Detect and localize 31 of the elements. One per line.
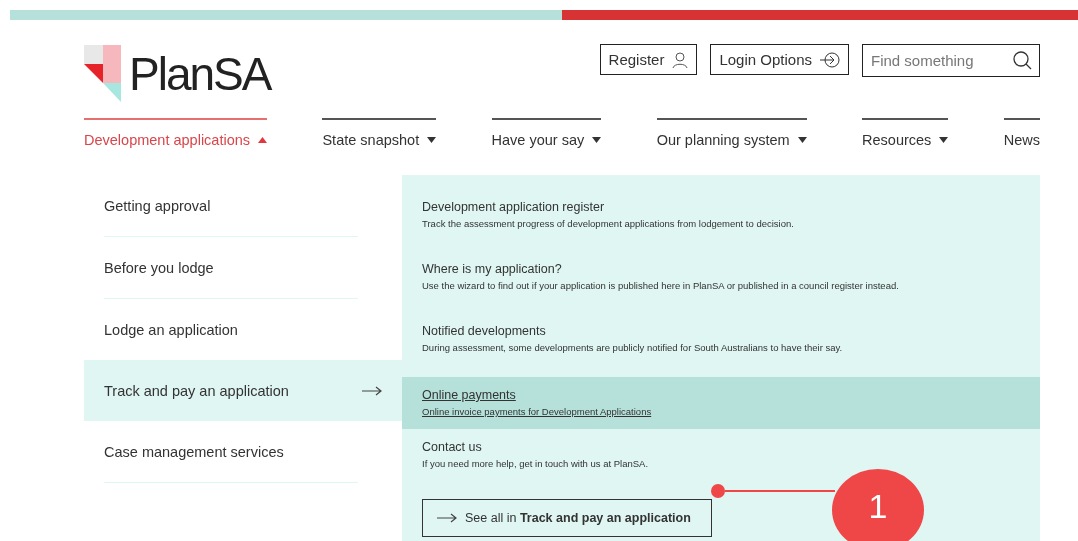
nav-tab[interactable]: News <box>1003 118 1040 158</box>
nav-tab[interactable]: Our planning system <box>656 118 807 158</box>
user-icon <box>672 51 689 68</box>
see-all-button[interactable]: See all in Track and pay an application <box>422 499 712 537</box>
submenu-link[interactable]: Where is my application? Use the wizard to find out if your application is published here in PlanSA or published in a council register instead. <box>402 253 1040 295</box>
nav-tab[interactable]: State snapshot <box>322 118 437 158</box>
submenu-item[interactable]: Case management services <box>84 421 402 482</box>
submenu-item[interactable]: Getting approval <box>84 175 402 236</box>
arrow-right-icon <box>362 385 382 396</box>
nav-tab[interactable]: Development applications <box>84 118 268 158</box>
submenu-link[interactable]: Notified developments During assessment, some developments are publicly notified for South Australians to have their say. <box>402 315 1040 357</box>
arrow-right-icon <box>437 513 457 523</box>
submenu-item[interactable]: Track and pay an application <box>84 360 402 421</box>
caret-down-icon <box>592 137 602 143</box>
caret-down-icon <box>427 137 437 143</box>
submenu-link[interactable]: Development application register Track the assessment progress of development applications from lodgement to decision. <box>402 191 1040 233</box>
caret-down-icon <box>797 137 807 143</box>
logo-icon <box>84 45 121 102</box>
submenu-item[interactable]: Before you lodge <box>84 237 402 298</box>
login-icon <box>820 51 840 68</box>
submenu-link[interactable]: Online payments Online invoice payments for Development Applications <box>402 377 1040 429</box>
brand-name: PlanSA <box>129 50 271 97</box>
submenu-item[interactable]: Lodge an application <box>84 299 402 360</box>
caret-down-icon <box>939 137 949 143</box>
search-field[interactable]: Find something <box>862 44 1040 77</box>
caret-up-icon <box>258 137 268 143</box>
nav-tab[interactable]: Have your say <box>491 118 602 158</box>
search-icon <box>1013 51 1032 70</box>
header-button[interactable]: Login Options <box>710 44 849 75</box>
header-button[interactable]: Register <box>599 44 698 75</box>
nav-tab[interactable]: Resources <box>862 118 949 158</box>
